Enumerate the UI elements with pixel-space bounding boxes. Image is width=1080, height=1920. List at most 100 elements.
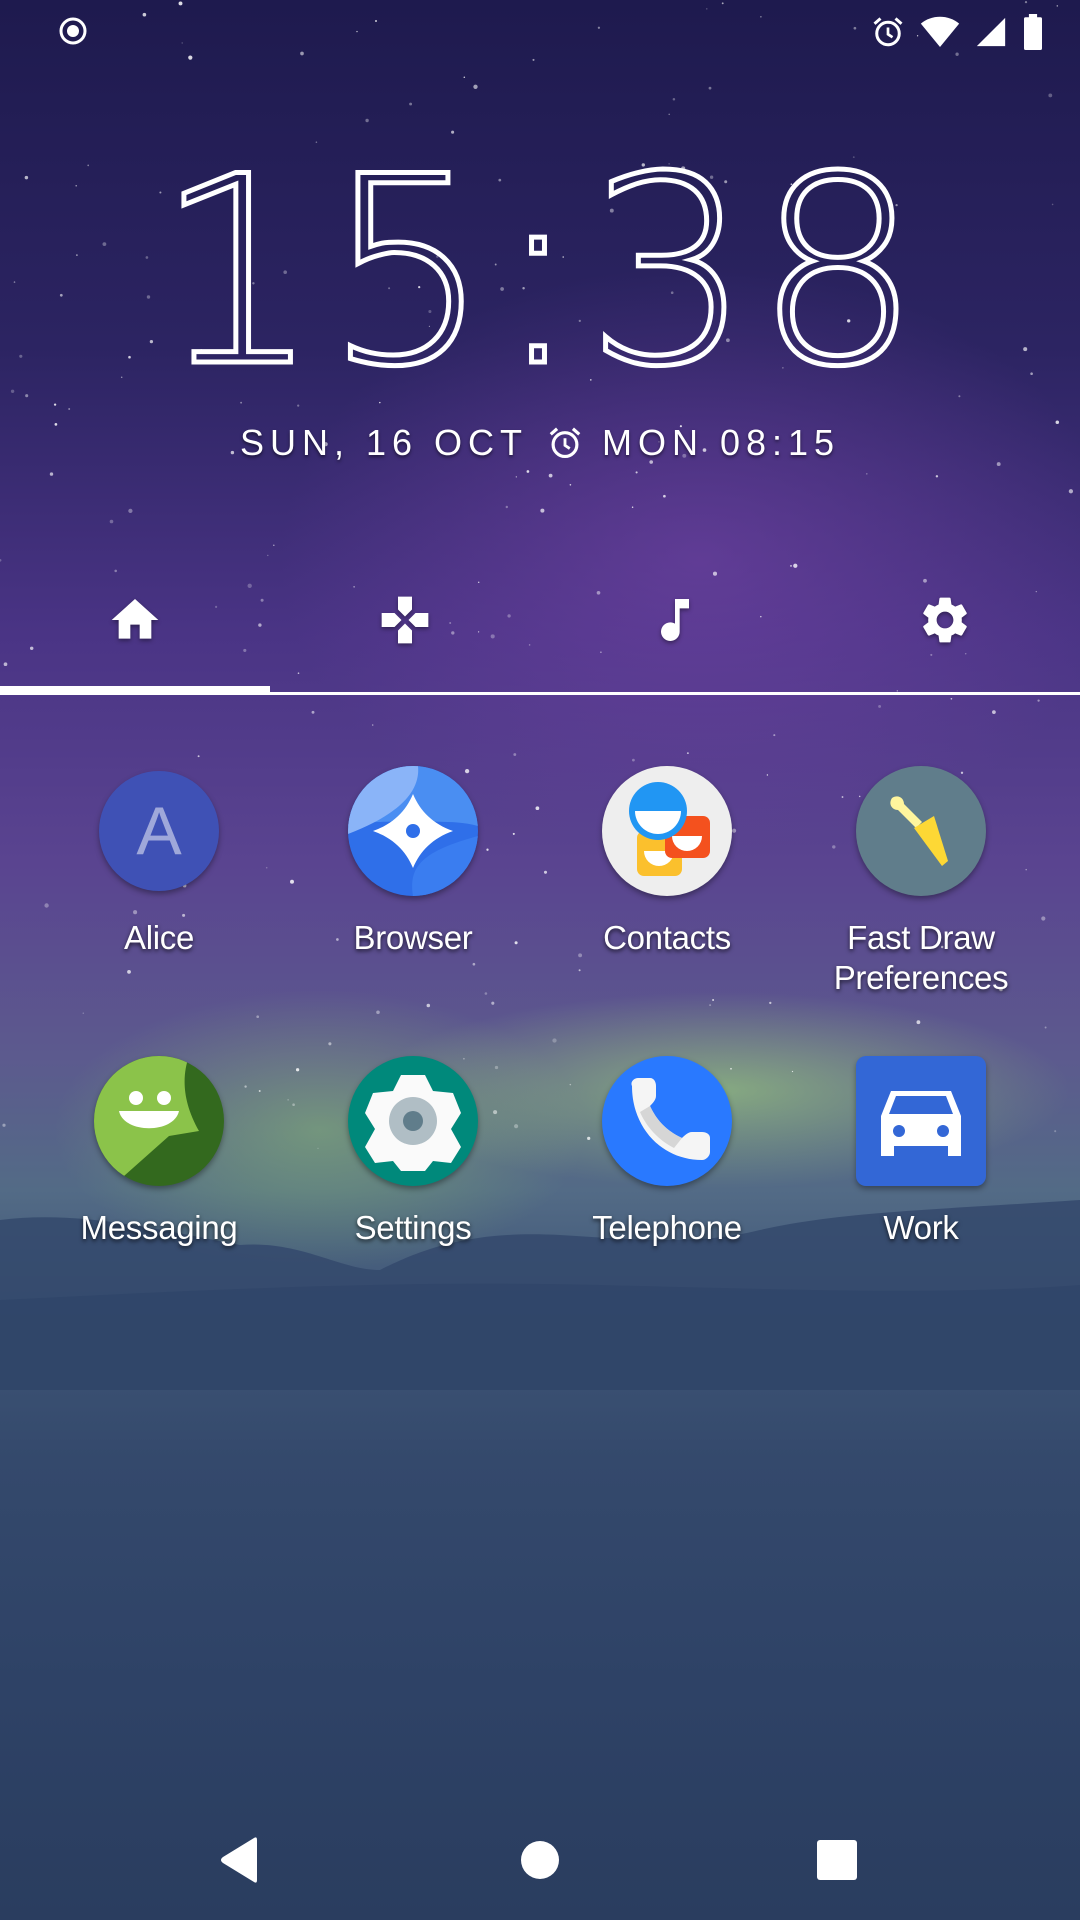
star [297, 404, 300, 407]
star [1037, 699, 1040, 702]
app-grid: A Alice Browser Contacts Fast Draw Prefe… [0, 766, 1080, 1316]
star [712, 571, 718, 576]
star [668, 113, 670, 116]
wrench-brush-icon [856, 766, 986, 896]
star [10, 389, 15, 394]
star [631, 506, 634, 509]
contact-letter-icon: A [94, 766, 224, 896]
star [0, 558, 2, 562]
star [240, 401, 243, 404]
app-label: Work [883, 1209, 959, 1246]
star [53, 403, 57, 406]
app-label: Browser [353, 919, 473, 956]
app-alice[interactable]: A Alice [32, 766, 286, 1026]
tab-music[interactable] [540, 580, 810, 660]
tab-settings[interactable] [810, 580, 1080, 660]
car-icon [856, 1056, 986, 1186]
star [672, 98, 676, 101]
navigation-bar [0, 1800, 1080, 1920]
gear-icon [923, 597, 967, 643]
home-button[interactable] [500, 1828, 580, 1892]
browser-compass-icon [348, 766, 478, 896]
star [473, 84, 478, 89]
star [371, 724, 374, 726]
wifi-icon [920, 16, 960, 47]
star [635, 471, 638, 474]
star [632, 758, 635, 762]
app-telephone[interactable]: Telephone [540, 1056, 794, 1316]
tab-games[interactable] [270, 580, 540, 660]
contacts-icon [602, 766, 732, 896]
star [513, 753, 517, 756]
star [68, 408, 71, 410]
star [25, 394, 29, 398]
star [267, 554, 269, 557]
app-label: Alice [123, 919, 195, 956]
star [409, 102, 413, 106]
star [379, 401, 381, 404]
home-circle-icon [521, 1841, 559, 1879]
app-label: Fast Draw Preferences [833, 919, 1009, 996]
music-note-icon [661, 599, 689, 641]
clock-widget[interactable]: 15:38 [0, 140, 1080, 380]
star [311, 710, 315, 714]
home-screen: 15:38 SUN, 16 OCT MON 08:15 A Alice Brow… [0, 0, 1080, 1920]
app-messaging[interactable]: Messaging [32, 1056, 286, 1316]
tab-home[interactable] [0, 580, 270, 660]
selected-tab-indicator [0, 686, 270, 695]
star [463, 76, 466, 79]
record-indicator-icon [59, 17, 87, 45]
recents-button[interactable] [797, 1828, 877, 1892]
star [663, 494, 666, 498]
star [526, 470, 530, 473]
app-fast-draw-preferences[interactable]: Fast Draw Preferences [794, 766, 1048, 1026]
back-triangle-icon [221, 1837, 257, 1883]
star [935, 475, 939, 478]
star [958, 395, 961, 398]
star [866, 473, 868, 475]
svg-text:A: A [136, 793, 182, 869]
star [505, 505, 509, 509]
app-label: Telephone [592, 1209, 742, 1246]
gamepad-icon [381, 596, 429, 644]
settings-gear-icon [348, 1056, 478, 1186]
back-button[interactable] [200, 1828, 280, 1892]
app-settings[interactable]: Settings [286, 1056, 540, 1316]
star [569, 484, 572, 486]
star [197, 755, 200, 758]
clock-time: 15:38 [155, 140, 924, 380]
star [49, 472, 54, 476]
star [1048, 93, 1053, 98]
star [950, 697, 953, 700]
date-text: SUN, 16 OCT [239, 422, 528, 463]
star [540, 508, 545, 513]
star [128, 508, 133, 514]
star [878, 704, 882, 708]
star [790, 564, 792, 567]
star [1068, 489, 1074, 494]
cell-signal-icon [976, 17, 1006, 47]
star [451, 130, 455, 134]
alarm-icon [549, 427, 581, 459]
star [992, 710, 996, 714]
app-label: Settings [354, 1209, 472, 1246]
app-label: Messaging [80, 1209, 238, 1246]
phone-handset-icon [602, 1056, 732, 1186]
star [773, 734, 776, 737]
next-alarm-text: MON 08:15 [601, 422, 841, 463]
app-work[interactable]: Work [794, 1056, 1048, 1316]
app-browser[interactable]: Browser [286, 766, 540, 1026]
alarm-icon [873, 17, 903, 47]
star [273, 544, 275, 546]
category-tabs [0, 580, 1080, 696]
star [114, 569, 117, 573]
star [686, 752, 689, 755]
star [515, 476, 517, 478]
status-bar [0, 0, 1080, 66]
recents-square-icon [817, 1840, 857, 1880]
date-alarm-row[interactable]: SUN, 16 OCT MON 08:15 [0, 422, 1080, 464]
star [793, 563, 798, 568]
app-contacts[interactable]: Contacts [540, 766, 794, 1026]
home-icon [111, 599, 159, 639]
battery-icon [1024, 14, 1042, 50]
